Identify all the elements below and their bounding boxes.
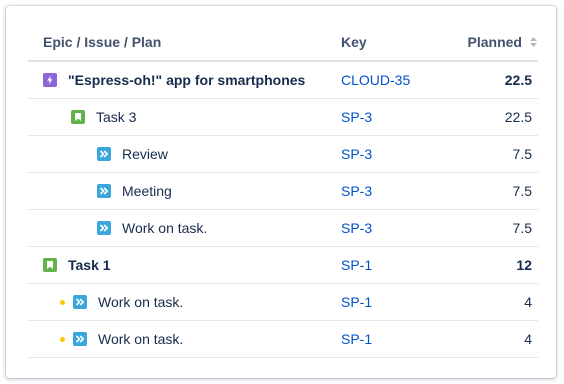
table-row[interactable]: Meeting SP-3 7.5 (28, 173, 538, 210)
table-row[interactable]: Work on task. SP-3 7.5 (28, 210, 538, 247)
table-row[interactable]: Work on task. SP-1 4 (28, 284, 538, 321)
row-name: Task 1 (68, 257, 111, 273)
table-header: Epic / Issue / Plan Key Planned (28, 24, 538, 62)
subtask-icon (97, 184, 111, 198)
row-name: Work on task. (98, 331, 184, 347)
row-planned: 7.5 (512, 146, 532, 162)
epic-icon (43, 73, 57, 87)
row-key-cell: SP-1 (341, 331, 438, 347)
sort-icon[interactable] (528, 35, 538, 51)
row-key-cell: SP-1 (341, 294, 438, 310)
column-header-planned[interactable]: Planned (438, 34, 538, 50)
row-key-cell: SP-3 (341, 183, 438, 199)
row-planned: 22.5 (504, 109, 532, 125)
row-name: Work on task. (98, 294, 184, 310)
column-header-name[interactable]: Epic / Issue / Plan (28, 34, 341, 50)
row-name: Review (122, 146, 168, 162)
row-key-cell: SP-3 (341, 109, 438, 125)
column-header-key[interactable]: Key (341, 34, 438, 50)
subtask-icon (73, 295, 87, 309)
row-planned: 4 (524, 331, 532, 347)
issue-key-link[interactable]: SP-3 (341, 146, 372, 162)
issue-key-link[interactable]: SP-3 (341, 220, 372, 236)
row-name: "Espress-oh!" app for smartphones (68, 72, 306, 88)
row-name: Work on task. (122, 220, 208, 236)
subtask-icon (73, 332, 87, 346)
row-planned: 7.5 (512, 220, 532, 236)
row-name-cell: Task 3 (28, 109, 341, 125)
plans-card: Epic / Issue / Plan Key Planned "Espress… (6, 6, 556, 378)
row-name: Meeting (122, 183, 172, 199)
story-icon (43, 258, 57, 272)
row-name-cell: "Espress-oh!" app for smartphones (28, 72, 341, 88)
issue-key-link[interactable]: SP-1 (341, 294, 372, 310)
row-name-cell: Work on task. (28, 294, 341, 310)
subtask-icon (97, 221, 111, 235)
table-row[interactable]: Review SP-3 7.5 (28, 136, 538, 173)
row-name-cell: Work on task. (28, 220, 341, 236)
row-key-cell: SP-3 (341, 146, 438, 162)
row-planned: 4 (524, 294, 532, 310)
row-key-cell: SP-1 (341, 257, 438, 273)
status-dot-icon (60, 299, 65, 305)
row-name-cell: Work on task. (28, 331, 341, 347)
row-name-cell: Task 1 (28, 257, 341, 273)
row-name: Task 3 (96, 109, 137, 125)
issue-key-link[interactable]: SP-3 (341, 109, 372, 125)
issue-key-link[interactable]: SP-3 (341, 183, 372, 199)
row-name-cell: Meeting (28, 183, 341, 199)
table-row[interactable]: "Espress-oh!" app for smartphones CLOUD-… (28, 62, 538, 99)
story-icon (71, 110, 85, 124)
issue-key-link[interactable]: SP-1 (341, 331, 372, 347)
issue-key-link[interactable]: SP-1 (341, 257, 372, 273)
column-header-planned-label: Planned (467, 34, 522, 50)
table-row[interactable]: Task 1 SP-1 12 (28, 247, 538, 284)
status-dot-icon (60, 336, 65, 342)
row-name-cell: Review (28, 146, 341, 162)
row-key-cell: SP-3 (341, 220, 438, 236)
issue-key-link[interactable]: CLOUD-35 (341, 72, 410, 88)
subtask-icon (97, 147, 111, 161)
plans-table: Epic / Issue / Plan Key Planned "Espress… (28, 24, 538, 358)
row-planned: 12 (516, 257, 532, 273)
table-row[interactable]: Task 3 SP-3 22.5 (28, 99, 538, 136)
row-planned: 22.5 (504, 72, 532, 88)
table-row[interactable]: Work on task. SP-1 4 (28, 321, 538, 358)
row-planned: 7.5 (512, 183, 532, 199)
row-key-cell: CLOUD-35 (341, 72, 438, 88)
